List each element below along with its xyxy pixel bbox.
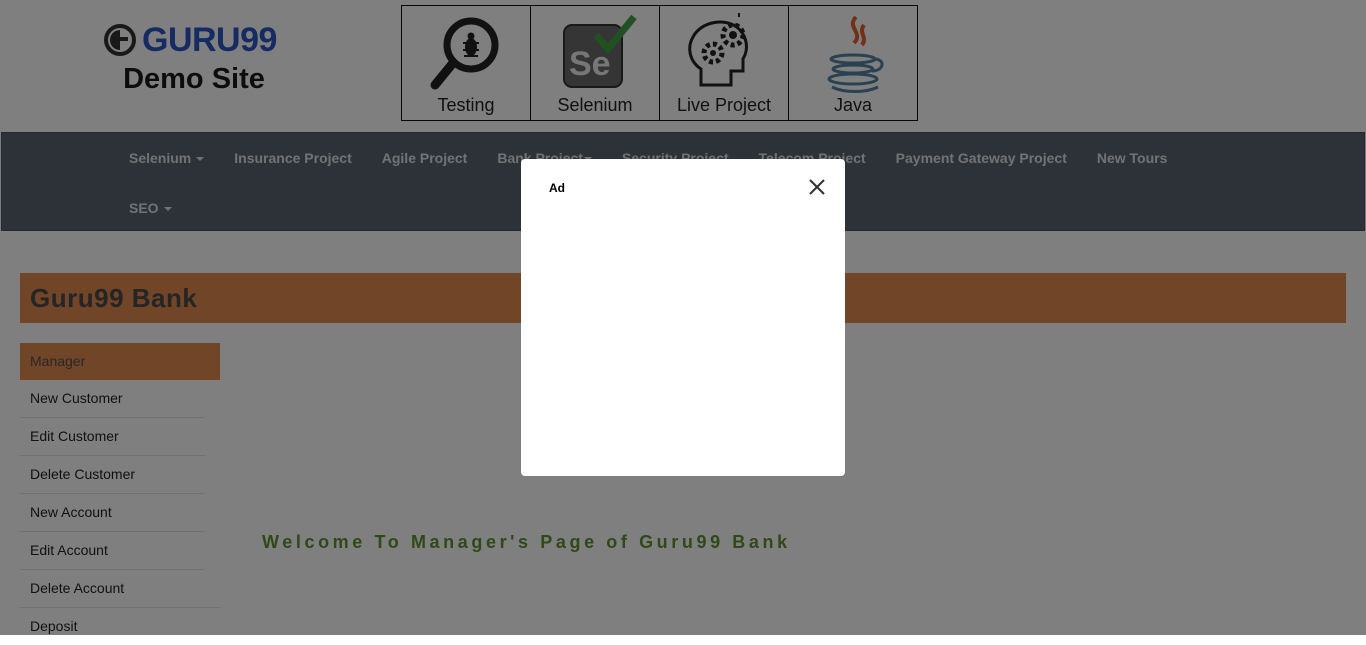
ad-label: Ad (549, 181, 565, 195)
close-icon[interactable] (806, 176, 828, 198)
ad-dialog: Ad (521, 159, 845, 476)
